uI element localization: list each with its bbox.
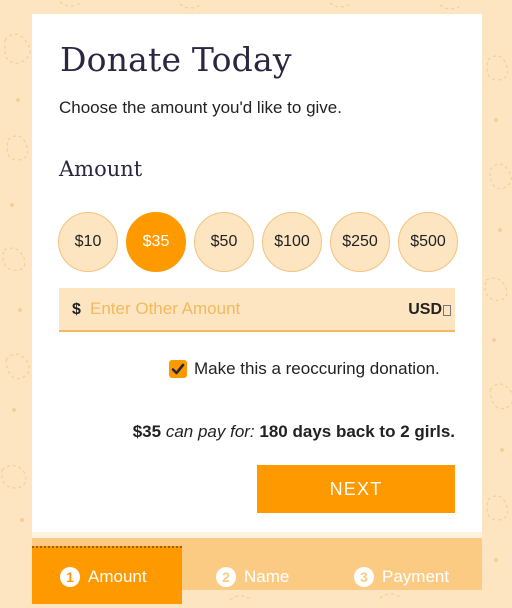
step-label: Amount xyxy=(88,567,147,586)
step-label: Name xyxy=(244,567,290,586)
amount-option-100[interactable]: $100 xyxy=(262,212,322,272)
currency-selector[interactable]: USD xyxy=(408,301,451,319)
other-amount-field: $ USD xyxy=(59,288,455,332)
step-number: 3 xyxy=(354,567,374,587)
amount-options: $10 $35 $50 $100 $250 $500 xyxy=(58,212,458,272)
steps-divider xyxy=(32,532,482,538)
step-name[interactable]: 2 Name xyxy=(216,548,289,606)
impact-text: 180 days back to 2 girls. xyxy=(259,422,455,441)
currency-dropdown-icon xyxy=(443,304,451,316)
step-amount[interactable]: 1 Amount xyxy=(60,548,147,606)
currency-sign: $ xyxy=(72,301,81,318)
currency-code: USD xyxy=(408,301,442,318)
subtitle: Choose the amount you'd like to give. xyxy=(59,98,342,117)
amount-option-50[interactable]: $50 xyxy=(194,212,254,272)
amount-option-500[interactable]: $500 xyxy=(398,212,458,272)
impact-amount: $35 xyxy=(132,422,162,441)
page-title: Donate Today xyxy=(60,40,292,79)
amount-option-250[interactable]: $250 xyxy=(330,212,390,272)
impact-statement: $35 can pay for: 180 days back to 2 girl… xyxy=(133,422,455,442)
step-progress-bar: 1 Amount 2 Name 3 Payment xyxy=(32,532,482,604)
next-button[interactable]: NEXT xyxy=(257,465,455,513)
other-amount-input[interactable] xyxy=(90,294,390,324)
amount-option-10[interactable]: $10 xyxy=(58,212,118,272)
step-label: Payment xyxy=(382,567,450,586)
recurring-option: Make this a reoccuring donation. xyxy=(169,359,440,379)
amount-option-35[interactable]: $35 xyxy=(126,212,186,272)
impact-prefix: can pay for: xyxy=(165,422,255,441)
step-payment[interactable]: 3 Payment xyxy=(354,548,449,606)
step-number: 1 xyxy=(60,567,80,587)
recurring-label: Make this a reoccuring donation. xyxy=(194,359,440,378)
donation-card: Donate Today Choose the amount you'd lik… xyxy=(32,14,482,604)
checkmark-icon xyxy=(171,363,185,375)
step-number: 2 xyxy=(216,567,236,587)
recurring-checkbox[interactable] xyxy=(169,360,187,378)
amount-heading: Amount xyxy=(59,157,143,181)
